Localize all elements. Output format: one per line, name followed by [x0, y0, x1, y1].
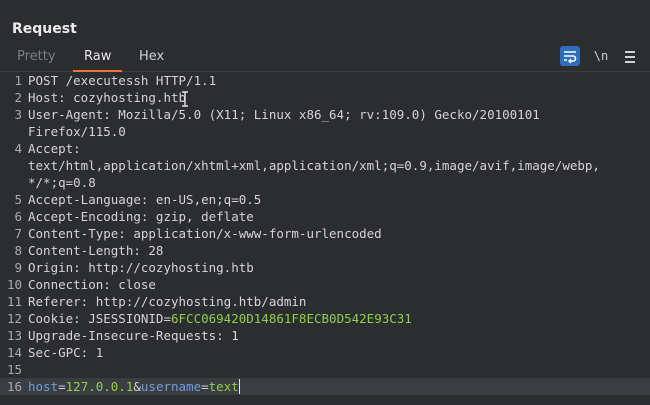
tab-pretty[interactable]: Pretty: [17, 49, 56, 64]
param-username-value: text: [208, 379, 239, 394]
line-number: 9: [14, 260, 22, 275]
header-upgrade-insecure: Upgrade-Insecure-Requests: 1: [28, 328, 239, 343]
header-content-type: Content-Type: application/x-www-form-url…: [28, 226, 382, 241]
line-number: 13: [6, 328, 22, 343]
cookie-value: 6FCC069420D14861F8ECB0D542E93C31: [171, 311, 412, 326]
line-number: 7: [14, 226, 22, 241]
line-number: 5: [14, 192, 22, 207]
header-user-agent: User-Agent: Mozilla/5.0 (X11; Linux x86_…: [28, 107, 540, 122]
line-number: 15: [6, 362, 22, 377]
header-host: Host: cozyhosting.htb: [28, 90, 187, 105]
current-line: 16 host=127.0.0.1&username=text: [0, 378, 650, 395]
line-number: 16: [6, 379, 22, 394]
header-sec-gpc: Sec-GPC: 1: [28, 345, 104, 360]
request-body[interactable]: host=127.0.0.1&username=text: [22, 378, 640, 395]
header-accept-language: Accept-Language: en-US,en;q=0.5: [28, 192, 262, 207]
cookie-key: Cookie: JSESSIONID=: [28, 311, 171, 326]
text-cursor-icon: [182, 91, 188, 107]
header-cookie: Cookie: JSESSIONID=6FCC069420D14861F8ECB…: [22, 310, 640, 327]
word-wrap-button[interactable]: [560, 46, 580, 66]
menu-icon[interactable]: [622, 46, 638, 66]
header-user-agent-wrap: Firefox/115.0: [28, 124, 126, 139]
view-tabs: Pretty Raw Hex \n: [0, 44, 650, 72]
header-accept-encoding: Accept-Encoding: gzip, deflate: [28, 209, 254, 224]
request-panel: Request Pretty Raw Hex \n 1 POST /execute…: [0, 0, 650, 405]
line-number: 2: [14, 90, 22, 105]
panel-title: Request: [12, 21, 77, 37]
header-content-length: Content-Length: 28: [28, 243, 164, 258]
header-origin: Origin: http://cozyhosting.htb: [28, 260, 254, 275]
line-number: 10: [6, 277, 22, 292]
line-number: 4: [14, 141, 22, 156]
show-newlines-button[interactable]: \n: [591, 46, 611, 66]
raw-request-editor[interactable]: 1 POST /executessh HTTP/1.1 2 Host: cozyho…: [0, 72, 650, 405]
word-wrap-icon: [564, 51, 577, 64]
line-number: 3: [14, 107, 22, 122]
header-accept-wrap-2: */*;q=0.8: [28, 175, 96, 190]
tab-raw[interactable]: Raw: [72, 49, 123, 72]
line-number: 8: [14, 243, 22, 258]
line-number: 6: [14, 209, 22, 224]
header-accept-wrap: text/html,application/xhtml+xml,applicat…: [28, 158, 600, 173]
line-number: 14: [6, 345, 22, 360]
param-host-value: 127.0.0.1: [65, 379, 134, 394]
header-connection: Connection: close: [28, 277, 156, 292]
text-caret: [238, 379, 240, 394]
param-username-key: username: [140, 379, 202, 394]
line-number: 12: [6, 311, 22, 326]
tab-hex[interactable]: Hex: [139, 49, 164, 64]
header-referer: Referer: http://cozyhosting.htb/admin: [28, 294, 307, 309]
line-number: 11: [6, 294, 22, 309]
request-line: POST /executessh HTTP/1.1: [28, 73, 217, 88]
line-number: 1: [14, 73, 22, 88]
param-host-key: host: [28, 379, 59, 394]
header-accept: Accept:: [28, 141, 81, 156]
